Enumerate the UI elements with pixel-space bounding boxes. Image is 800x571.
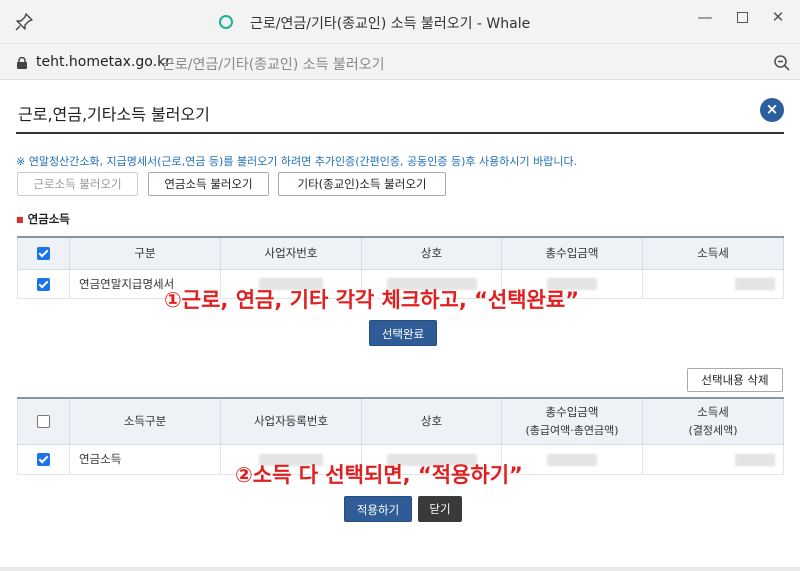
col-header-tax-label: 소득세 [697,405,729,420]
col-header: 사업자등록번호 [220,397,362,445]
col-header: 상호 [361,397,502,445]
redacted-cell [642,269,784,299]
redacted-value [735,278,775,290]
table-header-row: 구분 사업자번호 상호 총수입금액 소득세 [17,236,784,270]
whale-logo-icon [219,15,233,29]
select-complete-button[interactable]: 선택완료 [369,320,437,346]
load-wage-income-button[interactable]: 근로소득 불러오기 [17,172,138,196]
zoom-out-icon[interactable] [773,54,791,72]
row-checkbox[interactable] [37,453,50,466]
select-all-checkbox[interactable] [37,415,50,429]
window-close-button[interactable]: ✕ [765,7,791,29]
col-header-total: 총수입금액 (총급여액·총연금액) [501,397,643,445]
url-page-title: 근로/연금/기타(종교인) 소득 불러오기 [162,57,385,73]
col-header: 상호 [361,236,502,270]
address-bar: teht.hometax.go.kr 근로/연금/기타(종교인) 소득 불러오기 [0,44,800,80]
lock-icon [17,57,27,69]
load-pension-income-button[interactable]: 연금소득 불러오기 [148,172,269,196]
apply-button[interactable]: 적용하기 [344,496,412,522]
close-button[interactable]: 닫기 [418,496,462,522]
maximize-icon [736,12,748,23]
pin-icon[interactable] [14,12,34,32]
notice-text: ※ 연말정산간소화, 지급명세서(근로,연금 등)를 불러오기 하려면 추가인증… [16,155,578,168]
redacted-value [547,453,597,466]
col-header-tax: 소득세 (결정세액) [642,397,784,445]
col-header: 소득구분 [69,397,221,445]
col-header: 소득세 [642,236,784,270]
col-header: 사업자번호 [220,236,362,270]
col-header: 총수입금액 [501,236,643,270]
url-host[interactable]: teht.hometax.go.kr [36,54,171,70]
section-label: ■ 연금소득 [16,211,70,227]
section-label-text: 연금소득 [27,212,70,226]
col-header-total-label: 총수입금액 [545,405,599,420]
table-header-row: 소득구분 사업자등록번호 상호 총수입금액 (총급여액·총연금액) 소득세 (결정세… [17,397,784,445]
row-checkbox-cell[interactable] [17,444,70,475]
dialog-title: 근로,연금,기타소득 불러오기 [18,105,210,124]
col-header: 구분 [69,236,221,270]
annotation-step2: ②소득 다 선택되면, “적용하기” [235,463,523,487]
col-header-total-sub: (총급여액·총연금액) [525,424,619,438]
minimize-button[interactable]: — [692,7,718,29]
bottom-edge [0,567,800,571]
row-checkbox-cell[interactable] [17,269,70,299]
col-header-tax-sub: (결정세액) [688,424,738,438]
delete-selection-button[interactable]: 선택내용 삭제 [687,368,783,392]
redacted-value [735,453,775,466]
redacted-cell [642,444,784,475]
window-titlebar: 근로/연금/기타(종교인) 소득 불러오기 - Whale — ✕ [0,0,800,44]
row-checkbox[interactable] [37,277,50,291]
maximize-button[interactable] [729,7,755,29]
dialog-close-button[interactable]: × [760,98,784,122]
select-all-checkbox-cell[interactable] [17,397,70,445]
bullet-icon: ■ [16,215,24,224]
select-all-checkbox-cell[interactable] [17,236,70,270]
annotation-step1: ①근로, 연금, 기타 각각 체크하고, “선택완료” [164,288,579,312]
row-category: 연금소득 [69,444,221,475]
select-all-checkbox[interactable] [37,247,50,261]
window-title: 근로/연금/기타(종교인) 소득 불러오기 - Whale [250,16,531,32]
header-divider [16,132,784,134]
load-other-income-button[interactable]: 기타(종교인)소득 불러오기 [278,172,446,196]
